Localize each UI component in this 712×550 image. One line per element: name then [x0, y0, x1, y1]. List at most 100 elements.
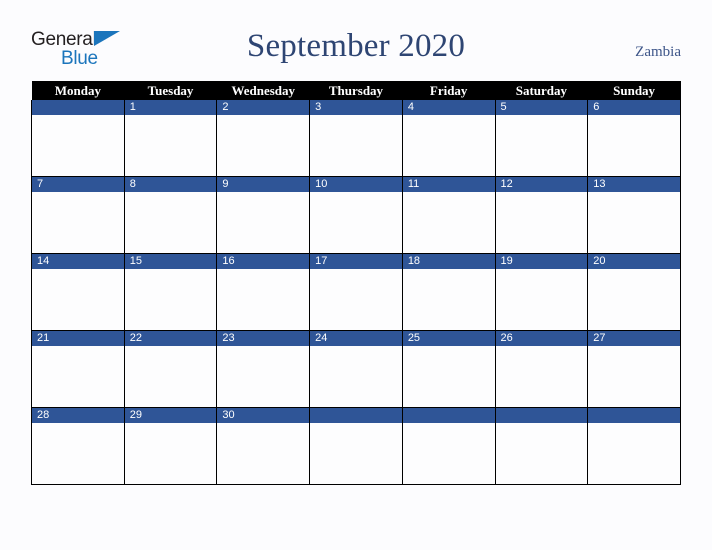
- day-note-area[interactable]: [310, 192, 402, 253]
- day-note-area[interactable]: [125, 192, 217, 253]
- day-number: 25: [402, 331, 495, 346]
- day-number: 17: [310, 254, 402, 269]
- calendar-day-cell[interactable]: 14: [31, 253, 125, 331]
- weekday-header-wednesday: Wednesday: [216, 81, 310, 100]
- calendar-day-cell[interactable]: 16: [216, 253, 311, 331]
- day-note-area[interactable]: [496, 423, 588, 484]
- day-note-area[interactable]: [403, 346, 495, 407]
- calendar-day-cell[interactable]: 10: [309, 176, 403, 254]
- day-note-area[interactable]: [496, 115, 588, 176]
- day-number: 4: [402, 100, 495, 115]
- calendar-day-cell[interactable]: 25: [401, 330, 496, 408]
- day-note-area[interactable]: [588, 269, 680, 330]
- day-number: 3: [310, 100, 402, 115]
- day-note-area[interactable]: [310, 115, 402, 176]
- day-number: 29: [124, 408, 217, 423]
- calendar-day-cell[interactable]: 20: [587, 253, 681, 331]
- calendar-day-cell[interactable]: 15: [123, 253, 218, 331]
- day-note-area[interactable]: [310, 346, 402, 407]
- calendar-day-cell[interactable]: 2: [216, 100, 311, 177]
- calendar-day-cell[interactable]: 24: [309, 330, 403, 408]
- weekday-header-saturday: Saturday: [495, 81, 588, 100]
- day-number: 1: [124, 100, 217, 115]
- calendar-day-cell[interactable]: 26: [494, 330, 589, 408]
- region-label: Zambia: [635, 44, 681, 60]
- day-note-area[interactable]: [403, 115, 495, 176]
- calendar-day-cell[interactable]: 7: [31, 176, 125, 254]
- calendar-day-cell[interactable]: 21: [31, 330, 125, 408]
- day-note-area[interactable]: [310, 423, 402, 484]
- calendar-day-cell[interactable]: 19: [494, 253, 589, 331]
- day-number: 13: [588, 177, 680, 192]
- calendar-week-row: 14 15 16 17 18 19 20: [31, 253, 681, 331]
- calendar-day-cell[interactable]: 23: [216, 330, 311, 408]
- day-note-area[interactable]: [125, 423, 217, 484]
- day-note-area[interactable]: [217, 192, 309, 253]
- day-number: [32, 100, 124, 115]
- day-note-area[interactable]: [125, 269, 217, 330]
- calendar-week-row: 7 8 9 10 11 12 13: [31, 176, 681, 254]
- day-number: 22: [124, 331, 217, 346]
- calendar-day-cell[interactable]: 12: [494, 176, 589, 254]
- calendar-day-cell[interactable]: [587, 407, 681, 485]
- weekday-header-thursday: Thursday: [309, 81, 403, 100]
- calendar-day-cell[interactable]: [31, 100, 125, 177]
- calendar-day-cell[interactable]: 1: [123, 100, 218, 177]
- calendar-week-row: 28 29 30: [31, 407, 681, 485]
- calendar-week-row: 1 2 3 4 5 6: [31, 100, 681, 177]
- day-note-area[interactable]: [217, 269, 309, 330]
- calendar-day-cell[interactable]: 30: [216, 407, 311, 485]
- calendar-day-cell[interactable]: [494, 407, 589, 485]
- day-note-area[interactable]: [217, 346, 309, 407]
- day-note-area[interactable]: [588, 423, 680, 484]
- calendar-day-cell[interactable]: 6: [587, 100, 681, 177]
- calendar-day-cell[interactable]: 9: [216, 176, 311, 254]
- day-note-area[interactable]: [32, 346, 124, 407]
- day-note-area[interactable]: [125, 115, 217, 176]
- calendar-day-cell[interactable]: 22: [123, 330, 218, 408]
- day-number: 7: [32, 177, 124, 192]
- day-note-area[interactable]: [403, 423, 495, 484]
- calendar-day-cell[interactable]: 3: [309, 100, 403, 177]
- calendar-day-cell[interactable]: 28: [31, 407, 125, 485]
- calendar-day-cell[interactable]: 11: [401, 176, 496, 254]
- day-number: 8: [124, 177, 217, 192]
- page-header: General Blue September 2020 Zambia: [31, 28, 681, 76]
- day-note-area[interactable]: [403, 192, 495, 253]
- day-note-area[interactable]: [496, 346, 588, 407]
- day-number: 21: [32, 331, 124, 346]
- day-note-area[interactable]: [217, 115, 309, 176]
- day-number: 14: [32, 254, 124, 269]
- calendar-day-cell[interactable]: 27: [587, 330, 681, 408]
- day-note-area[interactable]: [588, 115, 680, 176]
- day-note-area[interactable]: [403, 269, 495, 330]
- day-number: 10: [310, 177, 402, 192]
- day-note-area[interactable]: [496, 192, 588, 253]
- calendar-day-cell[interactable]: [309, 407, 403, 485]
- calendar-day-cell[interactable]: 18: [401, 253, 496, 331]
- day-number: 9: [217, 177, 310, 192]
- day-note-area[interactable]: [588, 346, 680, 407]
- calendar-day-cell[interactable]: 8: [123, 176, 218, 254]
- day-note-area[interactable]: [125, 346, 217, 407]
- day-number: 2: [217, 100, 310, 115]
- day-note-area[interactable]: [32, 192, 124, 253]
- day-number: 20: [588, 254, 680, 269]
- day-number: 26: [495, 331, 588, 346]
- calendar-day-cell[interactable]: 5: [494, 100, 589, 177]
- day-note-area[interactable]: [588, 192, 680, 253]
- calendar-day-cell[interactable]: [401, 407, 496, 485]
- day-note-area[interactable]: [496, 269, 588, 330]
- day-note-area[interactable]: [32, 115, 124, 176]
- day-number: 6: [588, 100, 680, 115]
- calendar-day-cell[interactable]: 17: [309, 253, 403, 331]
- calendar-day-cell[interactable]: 4: [401, 100, 496, 177]
- day-note-area[interactable]: [217, 423, 309, 484]
- calendar-page: General Blue September 2020 Zambia Monda…: [0, 0, 712, 550]
- calendar-day-cell[interactable]: 29: [123, 407, 218, 485]
- day-note-area[interactable]: [310, 269, 402, 330]
- day-number: [402, 408, 495, 423]
- day-note-area[interactable]: [32, 269, 124, 330]
- day-note-area[interactable]: [32, 423, 124, 484]
- calendar-day-cell[interactable]: 13: [587, 176, 681, 254]
